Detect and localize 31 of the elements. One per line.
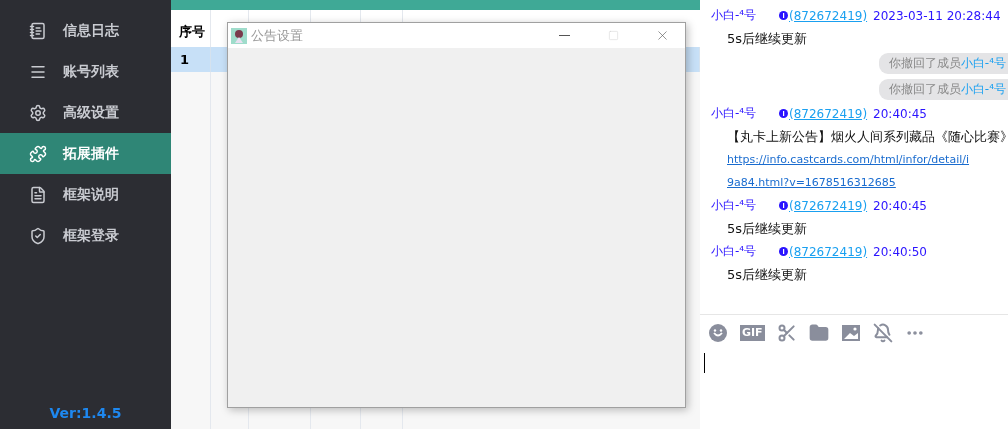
sidebar-item[interactable]: 账号列表 xyxy=(0,51,171,92)
message-time: 20:40:50 xyxy=(873,244,927,259)
message-text: 5s后继续更新 xyxy=(726,265,809,284)
sidebar-item[interactable]: 拓展插件 xyxy=(0,133,171,174)
column-header: 序号 xyxy=(171,10,211,47)
sidebar-item[interactable]: 高级设置 xyxy=(0,92,171,133)
message-link[interactable]: https://info.castcards.com/html/infor/detail/i xyxy=(700,148,1008,171)
message-text: 5s后继续更新 xyxy=(726,219,809,238)
message-link[interactable]: 9a84.html?v=1678516312685 xyxy=(700,171,1008,194)
message-text: 5s后继续更新 xyxy=(726,29,809,48)
recall-notice: 你撤回了成员小白-⁴号 xyxy=(878,78,1008,100)
sidebar-item[interactable]: 信息日志 xyxy=(0,10,171,51)
message-time: 20:40:45 xyxy=(873,198,927,213)
message-text: 【丸卡上新公告】烟火人间系列藏品《随心比赛》 xyxy=(726,127,1008,146)
sender-name: 小白-⁴号 xyxy=(711,243,758,260)
qq-number[interactable]: (872672419) xyxy=(789,244,868,259)
version-label: Ver:1.4.5 xyxy=(49,405,122,421)
sender-name: 小白-⁴号 xyxy=(711,105,758,122)
qq-number[interactable]: (872672419) xyxy=(789,198,868,213)
message-time: 20:40:45 xyxy=(873,106,927,121)
gif-icon[interactable]: GIF xyxy=(740,325,765,341)
dialog-title: 公告设置 xyxy=(251,26,303,45)
qq-number[interactable]: (872672419) xyxy=(789,8,868,23)
message-time: 2023-03-11 20:28:44 xyxy=(873,8,1001,23)
sidebar-item[interactable]: 框架登录 xyxy=(0,215,171,256)
table-cell: 1 xyxy=(171,47,211,72)
recall-notice: 你撤回了成员小白-⁴号 xyxy=(878,52,1008,74)
sender-name: 小白-⁴号 xyxy=(711,197,758,214)
sender-name: 小白-⁴号 xyxy=(711,7,758,24)
sidebar-item[interactable]: 框架说明 xyxy=(0,174,171,215)
qq-number[interactable]: (872672419) xyxy=(789,106,868,121)
